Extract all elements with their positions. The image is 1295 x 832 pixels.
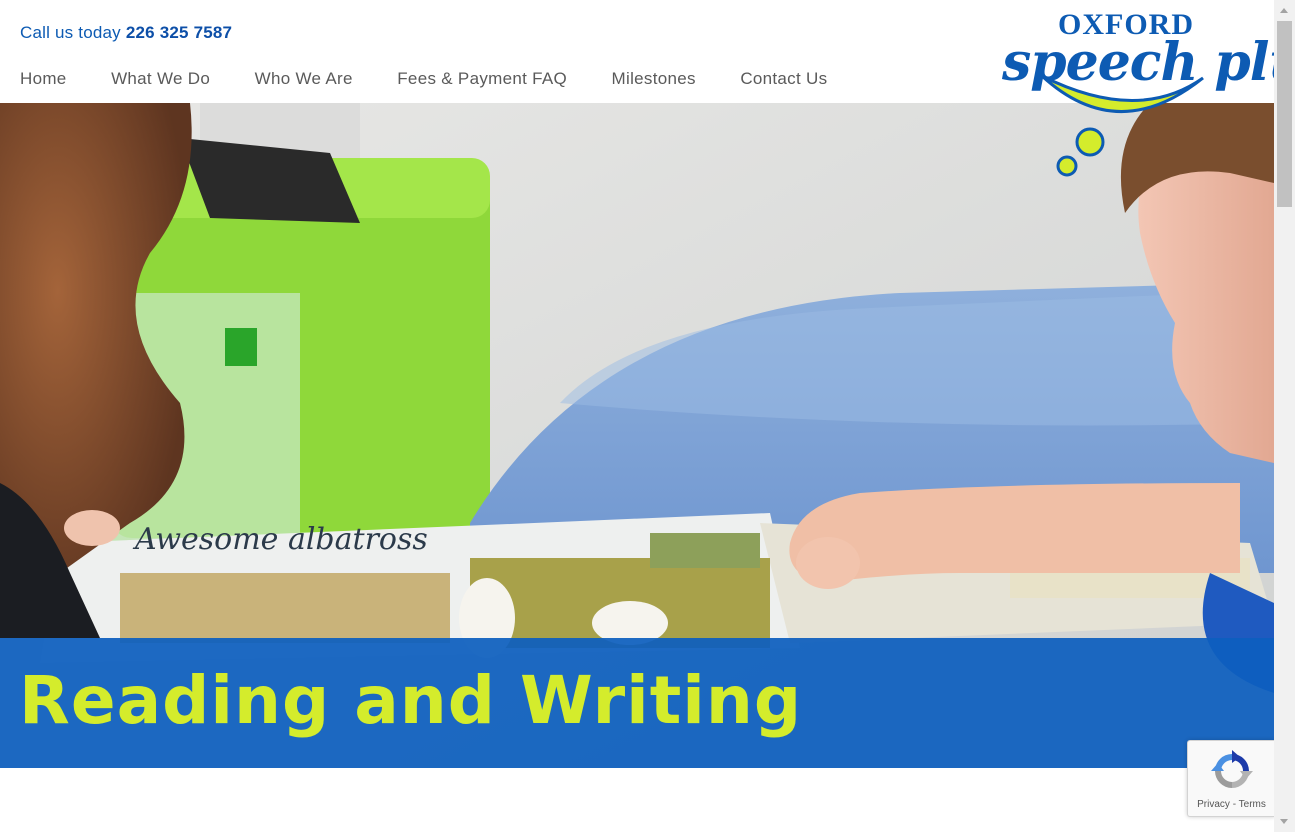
hero-section: Awesome albatross Reading and Writing bbox=[0, 103, 1274, 768]
site-logo[interactable]: OXFORD speech plus bbox=[998, 6, 1274, 184]
recaptcha-privacy-link[interactable]: Privacy bbox=[1197, 799, 1230, 810]
scroll-down-arrow-icon[interactable] bbox=[1280, 819, 1288, 824]
book-title-text: Awesome albatross bbox=[132, 522, 428, 557]
phone-number-link[interactable]: 226 325 7587 bbox=[126, 23, 232, 42]
recaptcha-badge[interactable]: Privacy - Terms bbox=[1187, 740, 1274, 817]
vertical-scrollbar[interactable] bbox=[1274, 0, 1295, 832]
recaptcha-icon bbox=[1211, 750, 1253, 788]
page: Call us today 226 325 7587 Home What We … bbox=[0, 0, 1274, 832]
logo-speech-plus-text: speech plus bbox=[1002, 32, 1274, 93]
scroll-up-arrow-icon[interactable] bbox=[1280, 8, 1288, 13]
phone-prefix: Call us today bbox=[20, 23, 121, 42]
page-title-banner: Reading and Writing bbox=[0, 638, 1274, 768]
nav-contact-us[interactable]: Contact Us bbox=[740, 69, 827, 89]
recaptcha-separator: - bbox=[1229, 799, 1239, 810]
main-nav: Home What We Do Who We Are Fees & Paymen… bbox=[20, 69, 872, 89]
phone-line: Call us today 226 325 7587 bbox=[20, 23, 232, 43]
nav-fees-payment-faq[interactable]: Fees & Payment FAQ bbox=[397, 69, 567, 89]
page-title: Reading and Writing bbox=[19, 662, 803, 739]
nav-milestones[interactable]: Milestones bbox=[612, 69, 696, 89]
nav-who-we-are[interactable]: Who We Are bbox=[255, 69, 353, 89]
scrollbar-thumb[interactable] bbox=[1277, 21, 1292, 207]
nav-home[interactable]: Home bbox=[20, 69, 67, 89]
recaptcha-terms-link[interactable]: Terms bbox=[1239, 799, 1266, 810]
recaptcha-links: Privacy - Terms bbox=[1188, 799, 1274, 810]
nav-what-we-do[interactable]: What We Do bbox=[111, 69, 210, 89]
